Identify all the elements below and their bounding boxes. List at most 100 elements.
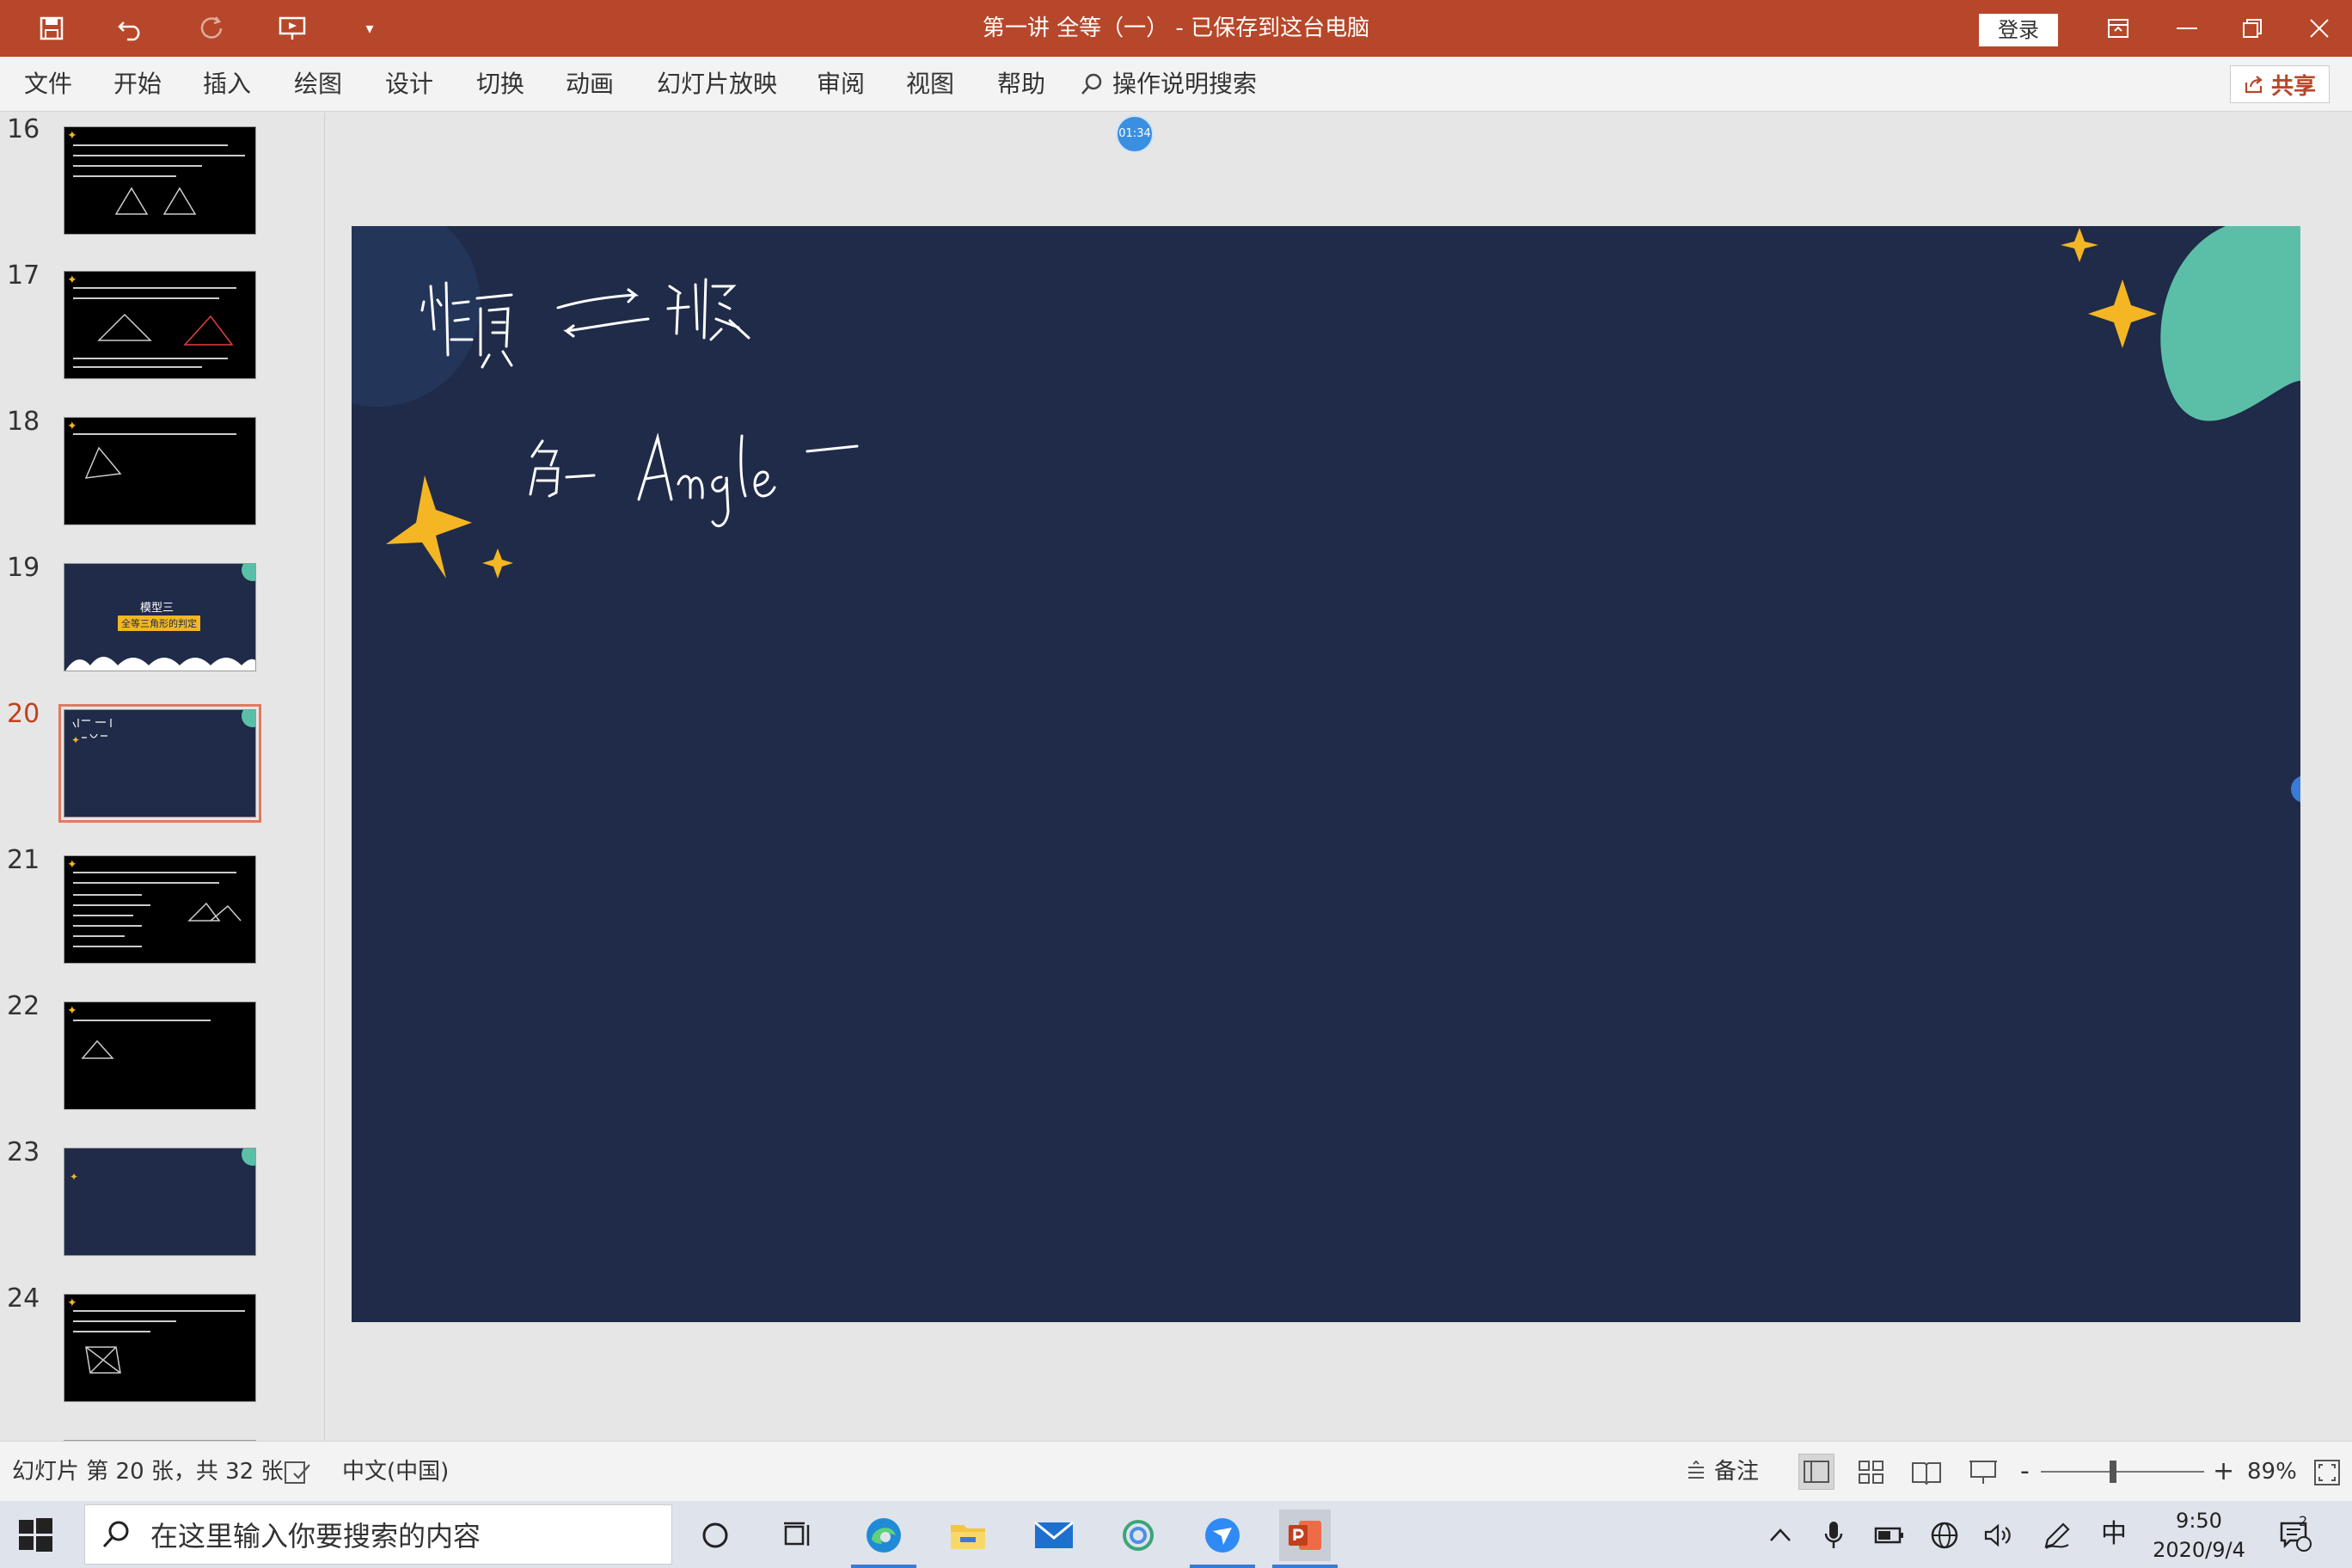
customize-toolbar-icon[interactable]: ▾ — [335, 0, 404, 57]
start-slideshow-icon[interactable] — [258, 0, 327, 57]
thumbnail-number: 22 — [7, 991, 40, 1021]
tab-help[interactable]: 帮助 — [997, 57, 1045, 112]
slide-sorter-view-icon[interactable] — [1853, 1454, 1890, 1490]
tab-transitions[interactable]: 切换 — [476, 57, 524, 112]
search-icon — [102, 1521, 129, 1548]
taskbar-search-box[interactable]: 在这里输入你要搜索的内容 — [84, 1504, 672, 1565]
tab-file[interactable]: 文件 — [24, 57, 72, 112]
share-icon — [2245, 76, 2263, 94]
recording-timer[interactable]: 01:34 — [1116, 115, 1154, 153]
notes-icon — [1688, 1461, 1704, 1479]
tab-design[interactable]: 设计 — [385, 57, 433, 112]
thumbnail-number: 17 — [7, 260, 40, 291]
feishu-app-icon[interactable] — [1197, 1510, 1248, 1561]
battery-icon[interactable] — [1874, 1501, 1905, 1568]
minimize-icon[interactable] — [2149, 0, 2225, 57]
zoom-out-button[interactable]: - — [2020, 1442, 2030, 1502]
input-method-indicator[interactable]: 中 — [2101, 1501, 2127, 1568]
tab-insert[interactable]: 插入 — [203, 57, 251, 112]
show-hidden-icons-chevron-icon[interactable] — [1767, 1501, 1793, 1568]
zoom-level[interactable]: 89% — [2247, 1442, 2297, 1502]
slide-thumbnail-17[interactable]: ✦ — [64, 271, 256, 379]
slide-thumbnail-20[interactable]: ✦ — [58, 704, 261, 823]
tab-animations[interactable]: 动画 — [566, 57, 614, 112]
close-icon[interactable] — [2282, 0, 2352, 57]
title-bar: ▾ 第一讲 全等（一） - 已保存到这台电脑 登录 — [0, 0, 2352, 57]
accessibility-check-icon[interactable] — [284, 1442, 313, 1502]
mail-icon[interactable] — [1028, 1510, 1080, 1561]
share-button[interactable]: 共享 — [2230, 65, 2330, 103]
tell-me-label: 操作说明搜索 — [1112, 70, 1258, 98]
slide-thumbnail-23[interactable]: ✦ — [64, 1148, 256, 1256]
notes-button[interactable]: 备注 — [1685, 1442, 1759, 1502]
save-icon[interactable] — [17, 0, 86, 57]
notification-count-badge: 2 — [2299, 1513, 2308, 1529]
clock-date: 2020/9/4 — [2153, 1538, 2245, 1562]
action-center-icon[interactable]: 2 — [2278, 1501, 2312, 1568]
taskbar-search-placeholder: 在这里输入你要搜索的内容 — [150, 1520, 481, 1553]
current-slide[interactable] — [352, 226, 2300, 1322]
star-icon: ✦ — [67, 273, 77, 287]
slide-thumbnails-pane[interactable]: 16 ✦ 17 ✦ 18 ✦ 19 模型三 全等三角形的判定 20 ✦ 21 ✦ — [0, 113, 325, 1441]
slide-thumbnail-19[interactable]: 模型三 全等三角形的判定 — [64, 563, 256, 671]
tab-review[interactable]: 审阅 — [817, 57, 865, 112]
tab-draw[interactable]: 绘图 — [294, 57, 342, 112]
normal-view-icon[interactable] — [1798, 1454, 1834, 1490]
photos-app-icon[interactable] — [1112, 1510, 1164, 1561]
ribbon-display-options-icon[interactable] — [2080, 0, 2156, 57]
notes-label: 备注 — [1714, 1459, 1760, 1485]
undo-icon[interactable] — [96, 0, 165, 57]
zoom-slider-handle[interactable] — [2110, 1461, 2116, 1483]
ribbon-tabs: 文件 开始 插入 绘图 设计 切换 动画 幻灯片放映 审阅 视图 帮助 操作说明… — [0, 57, 2352, 112]
slide19-title: 模型三 — [140, 602, 175, 615]
redo-icon[interactable] — [177, 0, 246, 57]
thumbnail-number: 24 — [7, 1283, 40, 1314]
tab-home[interactable]: 开始 — [113, 57, 162, 112]
thumbnail-number: 23 — [7, 1137, 40, 1167]
microphone-icon[interactable] — [1822, 1501, 1845, 1568]
powerpoint-app-icon[interactable] — [1279, 1510, 1331, 1561]
zoom-slider[interactable] — [2041, 1471, 2204, 1473]
thumbnail-number: 16 — [7, 114, 40, 144]
tab-slideshow[interactable]: 幻灯片放映 — [657, 57, 777, 112]
thumbnail-number: 21 — [7, 845, 40, 875]
star-icon: ✦ — [67, 858, 77, 872]
slide19-subtitle: 全等三角形的判定 — [118, 616, 200, 631]
reading-view-icon[interactable] — [1908, 1454, 1945, 1490]
edge-browser-icon[interactable] — [858, 1510, 910, 1561]
fit-to-window-icon[interactable] — [2312, 1442, 2342, 1502]
search-icon — [1081, 73, 1102, 95]
network-globe-icon[interactable] — [1929, 1501, 1960, 1568]
zoom-in-button[interactable]: + — [2213, 1442, 2234, 1502]
task-view-icon[interactable] — [772, 1510, 824, 1561]
thumbnail-number: 19 — [7, 553, 40, 583]
edge-active-indicator — [851, 1565, 916, 1568]
language-indicator[interactable]: 中文(中国) — [342, 1442, 449, 1502]
tell-me-search[interactable]: 操作说明搜索 — [1080, 57, 1257, 112]
star-icon: ✦ — [67, 129, 77, 143]
volume-icon[interactable] — [1982, 1501, 2013, 1568]
powerpoint-active-indicator — [1272, 1565, 1338, 1568]
thumbnail-number: 18 — [7, 407, 40, 437]
clock-time: 9:50 — [2176, 1509, 2222, 1533]
slide-thumbnail-16[interactable]: ✦ — [64, 126, 256, 235]
slide-thumbnail-21[interactable]: ✦ — [64, 855, 256, 964]
slide-thumbnail-22[interactable]: ✦ — [64, 1001, 256, 1110]
restore-icon[interactable] — [2214, 0, 2290, 57]
feishu-active-indicator — [1190, 1565, 1255, 1568]
slideshow-view-icon[interactable] — [1965, 1454, 2001, 1490]
login-button[interactable]: 登录 — [1979, 14, 2058, 46]
taskbar-clock[interactable]: 9:50 2020/9/4 — [2147, 1506, 2251, 1565]
slide-thumbnail-24[interactable]: ✦ — [64, 1294, 256, 1402]
tab-view[interactable]: 视图 — [906, 57, 954, 112]
slide-counter: 幻灯片 第 20 张，共 32 张 — [12, 1459, 284, 1485]
status-bar: 幻灯片 第 20 张，共 32 张 中文(中国) 备注 - + 89% — [0, 1441, 2352, 1501]
slide-thumbnail-18[interactable]: ✦ — [64, 417, 256, 525]
file-explorer-icon[interactable] — [942, 1510, 994, 1561]
windows-taskbar: 在这里输入你要搜索的内容 中 9:50 2020/9/4 2 — [0, 1501, 2352, 1568]
pen-ink-workspace-icon[interactable] — [2043, 1501, 2072, 1568]
star-icon: ✦ — [67, 1296, 77, 1310]
cortana-icon[interactable] — [689, 1510, 741, 1561]
windows-start-icon[interactable] — [15, 1515, 55, 1554]
star-icon: ✦ — [67, 1004, 77, 1018]
